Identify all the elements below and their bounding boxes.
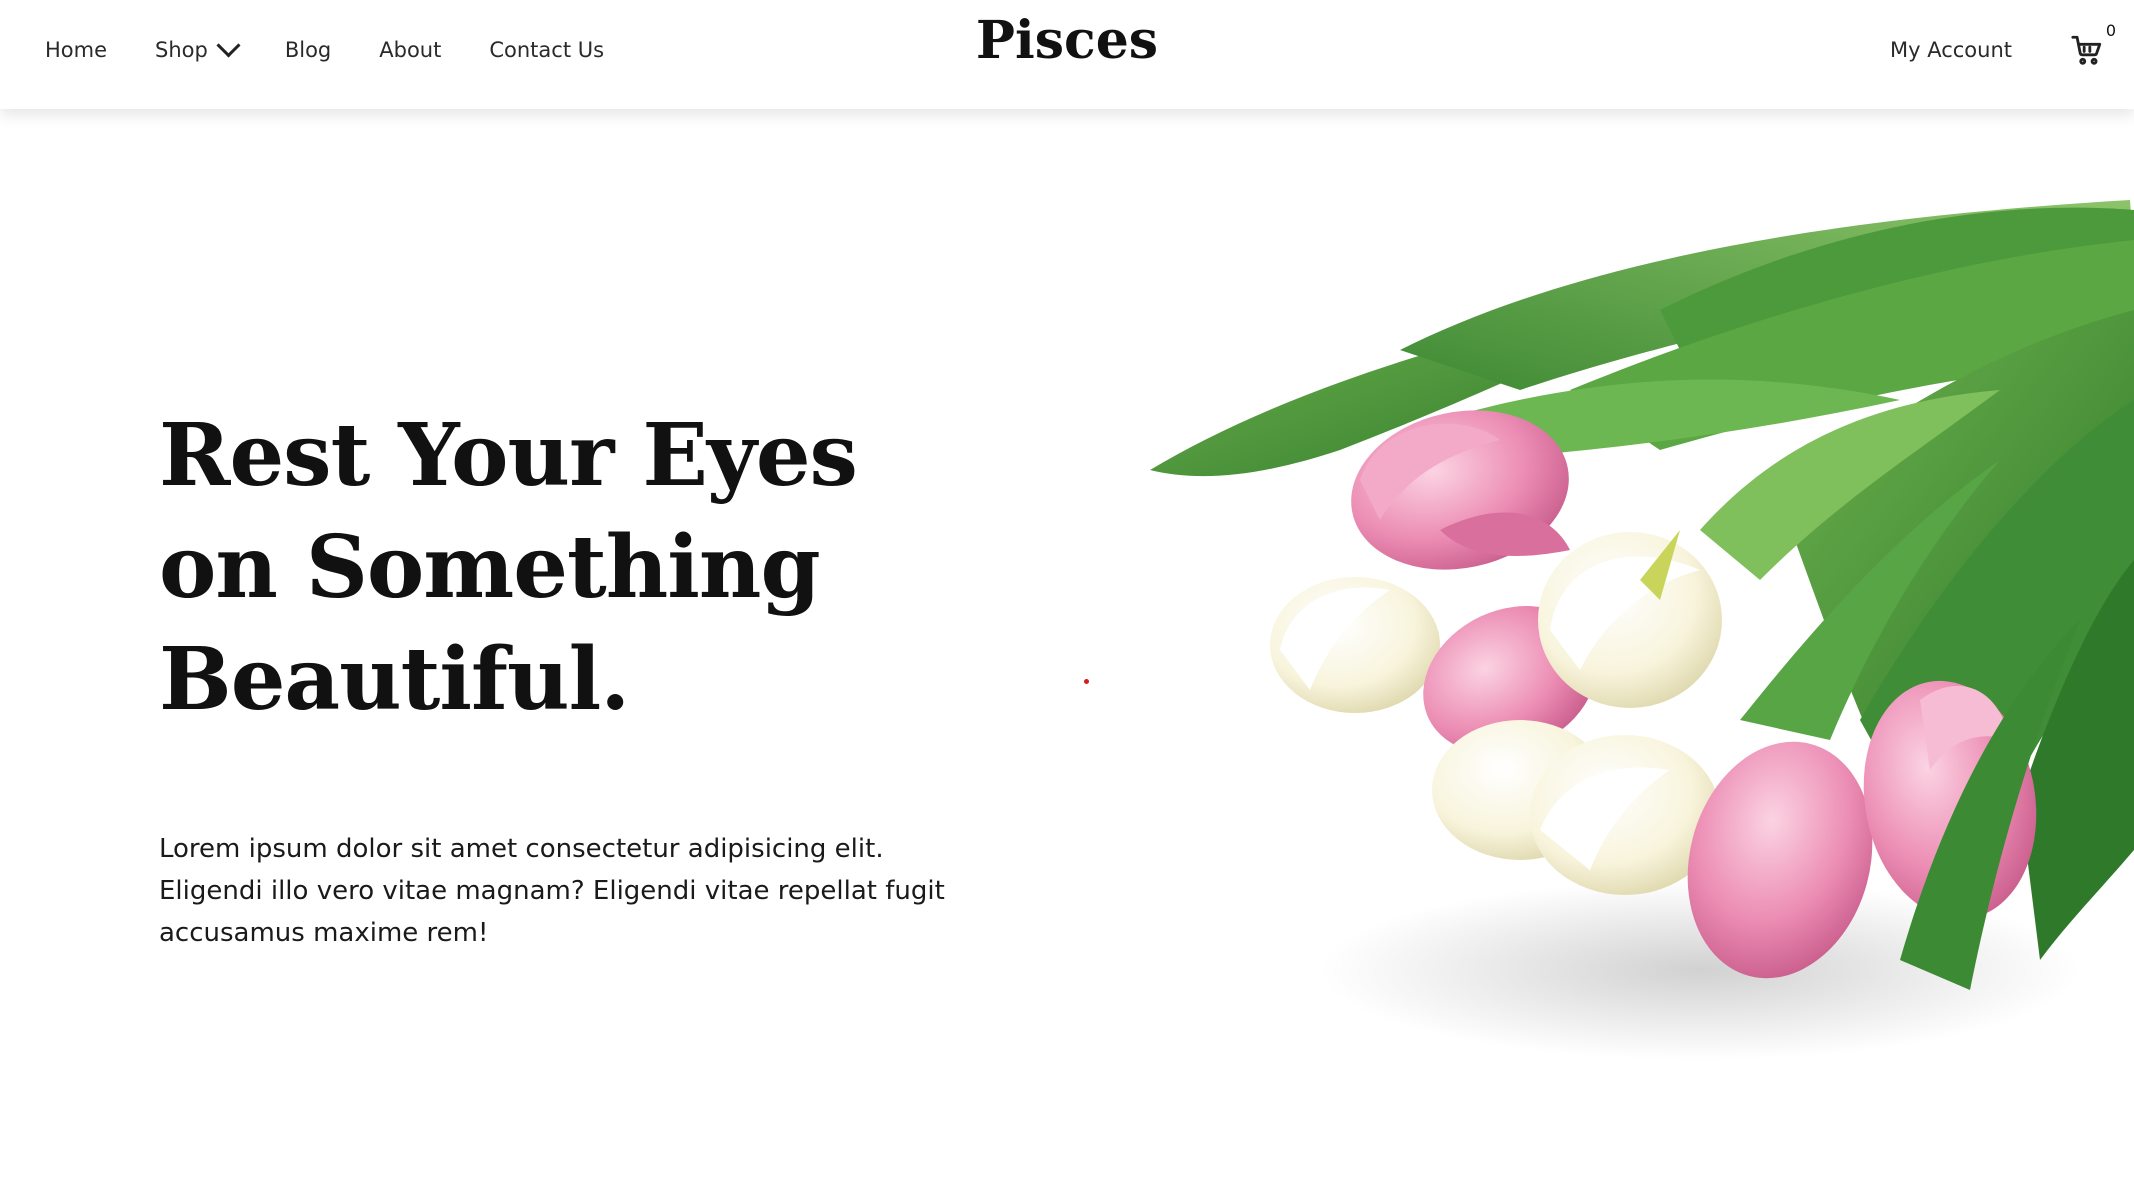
chevron-down-icon[interactable] <box>216 32 241 58</box>
brand-logo[interactable]: Pisces <box>976 10 1158 71</box>
main-nav: Home Shop Blog About Contact Us <box>45 0 652 100</box>
top-navigation-bar: Home Shop Blog About Contact Us Pisces M… <box>0 0 2134 109</box>
cart-icon <box>2071 35 2102 65</box>
cart-count-badge: 0 <box>2105 21 2116 40</box>
nav-shop-link[interactable]: Shop <box>155 32 241 62</box>
nav-blog-link[interactable]: Blog <box>285 38 331 62</box>
nav-about-link[interactable]: About <box>379 38 441 62</box>
red-dot-decoration <box>1084 679 1089 684</box>
hero-headline-line-3: Beautiful. <box>159 629 630 730</box>
hero-headline-line-2: on Something <box>159 517 821 618</box>
hero-section: Rest Your Eyes on Something Beautiful. L… <box>159 400 1019 980</box>
cart-button[interactable]: 0 <box>2070 21 2116 67</box>
hero-headline-line-1: Rest Your Eyes <box>159 405 858 506</box>
hero-description: Lorem ipsum dolor sit amet consectetur a… <box>159 834 945 948</box>
tulip-bouquet-image <box>1140 200 2134 1120</box>
nav-contact-link[interactable]: Contact Us <box>489 38 604 62</box>
hero-headline: Rest Your Eyes on Something Beautiful. <box>159 400 1019 736</box>
account-nav: My Account 0 <box>1890 0 2116 100</box>
nav-home-link[interactable]: Home <box>45 38 107 62</box>
my-account-link[interactable]: My Account <box>1890 38 2012 62</box>
